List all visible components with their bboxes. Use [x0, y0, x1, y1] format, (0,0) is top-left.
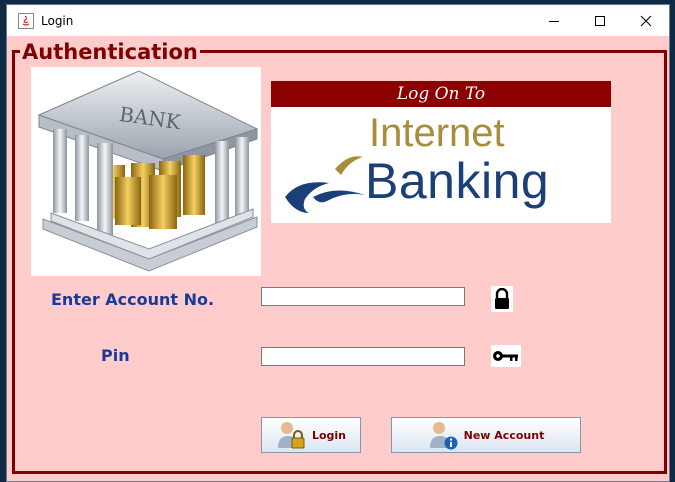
close-button[interactable] [623, 5, 669, 36]
user-info-icon [429, 422, 458, 450]
user-lock-icon [277, 422, 305, 449]
banner-heading: Log On To [271, 81, 611, 107]
lock-icon [495, 288, 509, 309]
banner-title-line2: Banking [365, 153, 550, 209]
lock-icon-box [491, 286, 513, 312]
login-button[interactable]: Login [261, 417, 361, 453]
key-icon [493, 351, 518, 361]
window-title: Login [41, 14, 74, 28]
maximize-button[interactable] [577, 5, 623, 36]
internet-banking-banner: Log On To Internet Banking [271, 81, 611, 223]
title-bar[interactable]: Login [7, 5, 669, 36]
minimize-icon [549, 20, 559, 22]
key-icon-box [491, 345, 521, 367]
login-window: Login Authentication BANK Log On To Inte… [6, 4, 670, 482]
new-account-button[interactable]: New Account [391, 417, 581, 453]
account-number-label: Enter Account No. [51, 290, 215, 309]
maximize-icon [595, 15, 605, 26]
new-account-button-label: New Account [463, 428, 545, 442]
pin-label: Pin [101, 346, 130, 365]
bank-building-icon: BANK [37, 70, 259, 272]
minimize-button[interactable] [531, 5, 577, 36]
account-number-input[interactable] [261, 287, 465, 306]
login-button-label: Login [311, 428, 347, 442]
java-icon [18, 13, 34, 29]
banner-title-line1: Internet [369, 111, 505, 155]
bank-image: BANK [31, 67, 261, 276]
pin-input[interactable] [261, 347, 465, 366]
close-icon [640, 15, 652, 26]
swoosh-logo-icon [285, 156, 365, 213]
panel-legend: Authentication [20, 39, 200, 65]
